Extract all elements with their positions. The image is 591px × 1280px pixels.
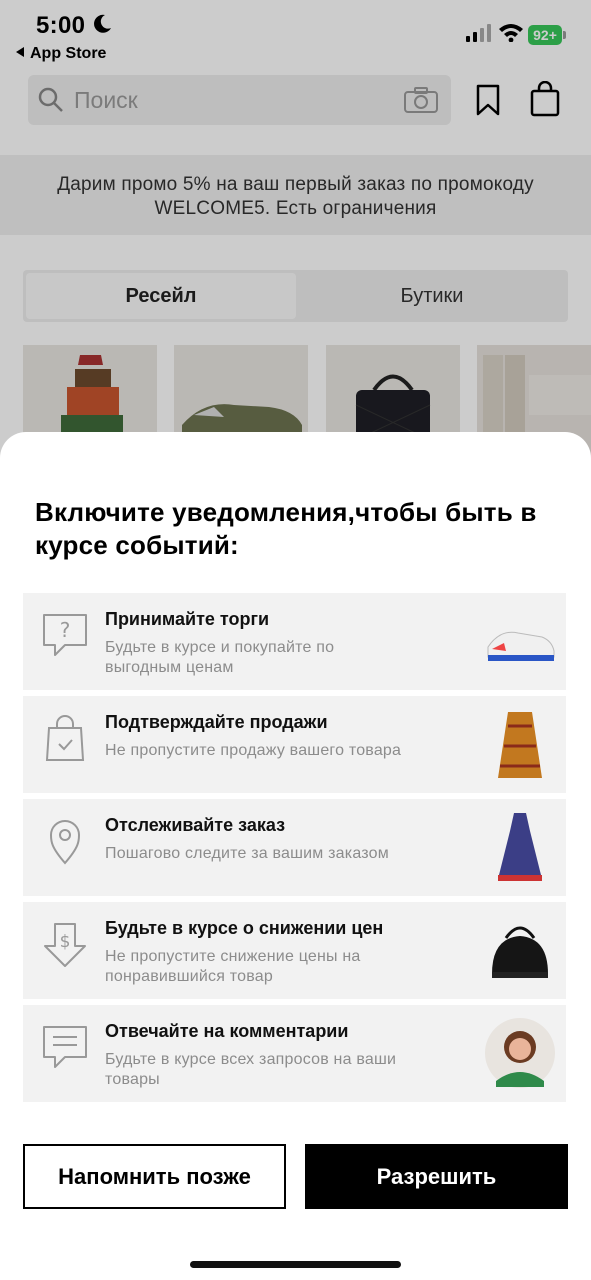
item-title: Подтверждайте продажи: [105, 712, 328, 732]
skirt-product-image: [498, 712, 542, 778]
item-description: Не пропустите продажу вашего товара: [105, 742, 402, 759]
item-description: Не пропустите снижение цены на понравивш…: [105, 948, 361, 985]
item-description: Будьте в курсе и покупайте по выгодным ц…: [105, 639, 335, 676]
list-item-comments: Отвечайте на комментарии Будьте в курсе …: [23, 1005, 566, 1102]
shopping-bag-check-icon: [45, 715, 85, 761]
question-bubble-icon: ?: [43, 614, 87, 656]
item-title: Отслеживайте заказ: [105, 815, 286, 835]
location-pin-icon: [49, 820, 81, 865]
home-indicator[interactable]: [190, 1261, 401, 1268]
remind-later-button[interactable]: Напомнить позже: [23, 1144, 286, 1209]
item-title: Отвечайте на комментарии: [105, 1021, 349, 1041]
item-title: Будьте в курсе о снижении цен: [105, 918, 384, 938]
list-item-sales: Подтверждайте продажи Не пропустите прод…: [23, 696, 566, 793]
dress-product-image: [498, 813, 542, 881]
svg-text:?: ?: [60, 618, 71, 642]
list-item-tracking: Отслеживайте заказ Пошагово следите за в…: [23, 799, 566, 896]
list-item-bids: ? Принимайте торги Будьте в курсе и поку…: [23, 593, 566, 690]
avatar: [485, 1018, 555, 1088]
comment-bubble-icon: [43, 1026, 87, 1068]
item-description: Будьте в курсе всех запросов на ваши тов…: [105, 1051, 397, 1088]
allow-button[interactable]: Разрешить: [305, 1144, 568, 1209]
notification-sheet: Включите уведомления,чтобы быть в курсе …: [0, 432, 591, 1280]
price-drop-icon: $: [44, 923, 86, 967]
list-item-price-drop: $ Будьте в курсе о снижении цен Не пропу…: [23, 902, 566, 999]
item-description: Пошагово следите за вашим заказом: [105, 845, 389, 862]
sheet-title: Включите уведомления,чтобы быть в курсе …: [35, 497, 537, 560]
svg-text:$: $: [60, 932, 71, 952]
sneaker-product-image: [487, 631, 555, 661]
item-title: Принимайте торги: [105, 609, 270, 629]
bowling-bag-product-image: [492, 926, 548, 978]
